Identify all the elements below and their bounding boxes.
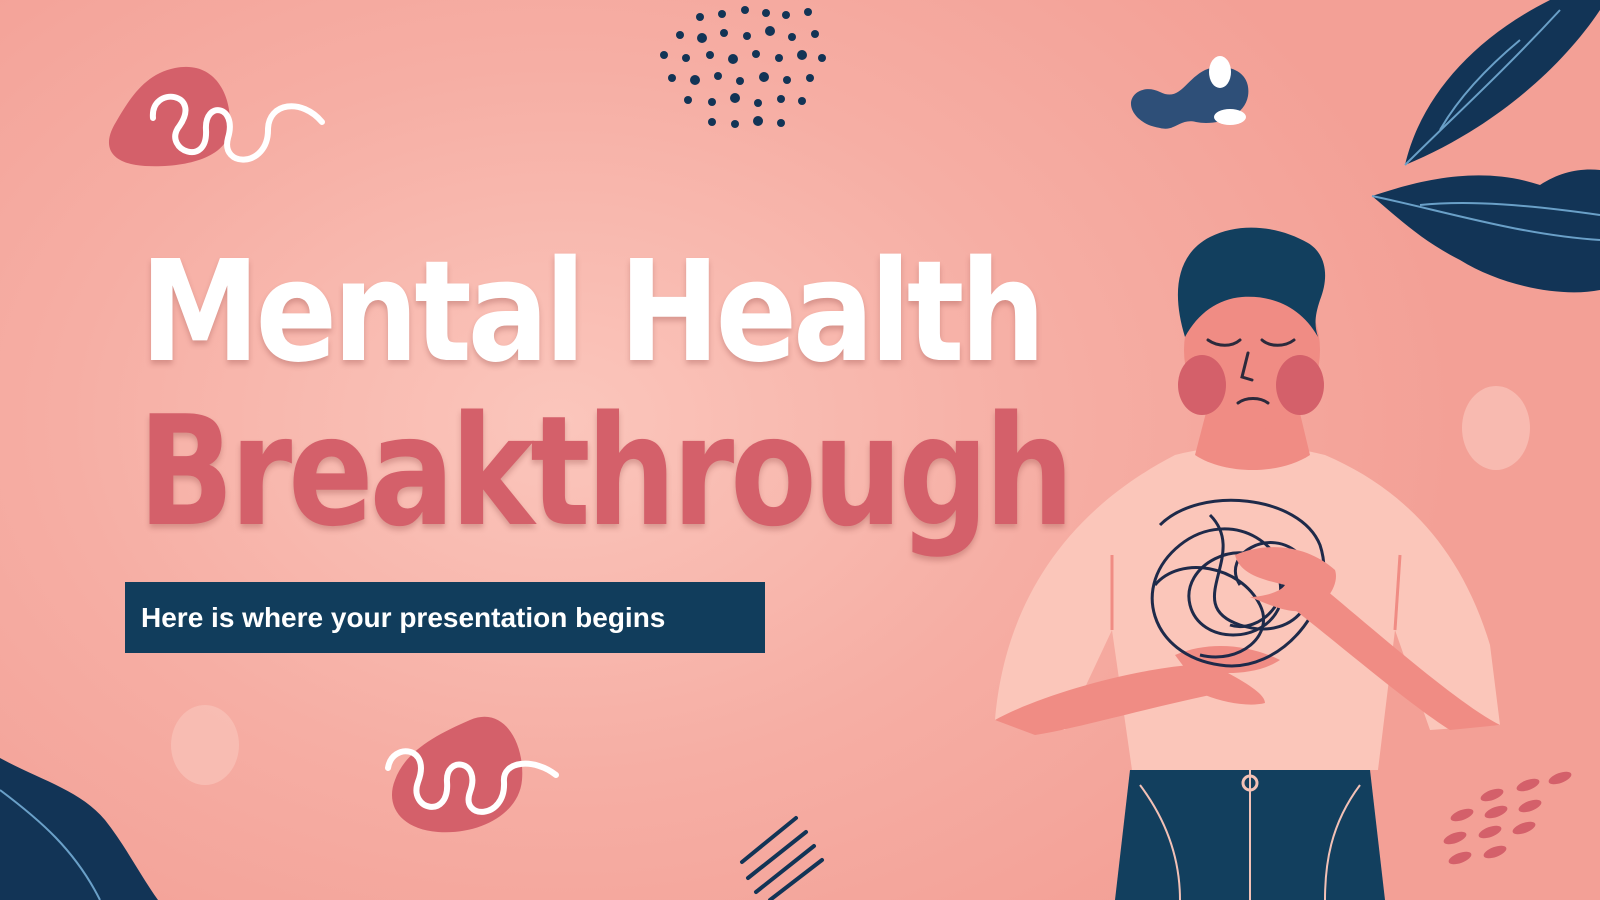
subtitle-banner: Here is where your presentation begins	[125, 582, 765, 653]
light-blob-icon	[171, 705, 239, 785]
title-line-accent: Breakthrough	[138, 383, 1074, 560]
stressed-person-illustration	[995, 227, 1500, 900]
leaf-icon	[0, 758, 158, 900]
squiggle-blob-icon	[385, 716, 559, 833]
subtitle-text: Here is where your presentation begins	[141, 601, 666, 633]
worm-blob-icon	[1130, 56, 1249, 129]
leaf-icon	[1404, 0, 1600, 166]
title-slide: Mental Health Breakthrough Here is where…	[0, 0, 1600, 900]
squiggle-blob-icon	[108, 66, 325, 167]
title-line-primary: Mental Health	[140, 231, 1046, 394]
hatch-lines-icon	[740, 816, 824, 900]
dot-cluster-icon	[660, 6, 826, 128]
